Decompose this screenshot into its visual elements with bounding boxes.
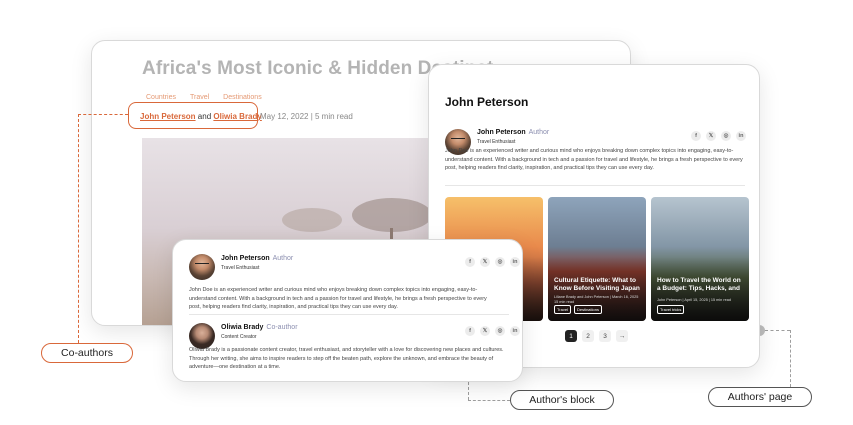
author-entry: Oliwia Brady Co-author Content Creator f … bbox=[189, 323, 520, 381]
facebook-icon[interactable]: f bbox=[691, 131, 701, 141]
divider bbox=[445, 185, 745, 186]
author-block-card: John Peterson Author Travel Enthusiast f … bbox=[172, 239, 523, 382]
post-tags: Travel Destinations bbox=[554, 305, 602, 314]
post-title: How to Travel the World on a Budget: Tip… bbox=[657, 277, 741, 292]
author-bio: John Doe is an experienced writer and cu… bbox=[445, 148, 743, 171]
tag-countries[interactable]: Countries bbox=[146, 94, 176, 101]
facebook-icon[interactable]: f bbox=[465, 326, 475, 336]
next-page-icon[interactable]: → bbox=[616, 330, 628, 342]
author-role: Co-author bbox=[266, 324, 298, 331]
author-block-connector bbox=[468, 382, 469, 400]
author-bio: John Doe is an experienced writer and cu… bbox=[189, 287, 487, 310]
tag-destinations[interactable]: Destinations bbox=[223, 94, 262, 101]
post-meta: Liliane Brady and John Peterson | March … bbox=[554, 295, 639, 299]
author-subtitle: Content Creator bbox=[221, 334, 257, 340]
post-card[interactable]: How to Travel the World on a Budget: Tip… bbox=[651, 197, 749, 321]
facebook-icon[interactable]: f bbox=[465, 257, 475, 267]
author-block-label: Author's block bbox=[510, 390, 614, 410]
coauthors-label: Co-authors bbox=[41, 343, 133, 363]
author-subtitle: Travel Enthusiast bbox=[221, 265, 260, 271]
post-title: Cultural Etiquette: What to Know Before … bbox=[554, 277, 640, 292]
pagination: 1 2 3 → bbox=[565, 330, 628, 342]
x-icon[interactable]: 𝕏 bbox=[480, 257, 490, 267]
authors-page-title: John Peterson bbox=[445, 95, 529, 109]
article-meta: May 12, 2022 | 5 min read bbox=[260, 112, 353, 121]
instagram-icon[interactable]: ◎ bbox=[495, 326, 505, 336]
post-tags: Travel tricks bbox=[657, 305, 685, 314]
instagram-icon[interactable]: ◎ bbox=[495, 257, 505, 267]
post-read-time: 15 min read bbox=[554, 300, 575, 304]
author-link-oliwia[interactable]: Oliwia Brady bbox=[213, 112, 261, 121]
authors-page-connector bbox=[790, 330, 791, 387]
post-meta: John Peterson | April 15, 2025 | 15 min … bbox=[657, 298, 731, 302]
author-subtitle: Travel Enthusiast bbox=[477, 139, 516, 145]
avatar bbox=[189, 254, 215, 280]
instagram-icon[interactable]: ◎ bbox=[721, 131, 731, 141]
article-tags: Countries Travel Destinations bbox=[146, 94, 262, 101]
author-role: Author bbox=[528, 129, 550, 136]
social-links: f 𝕏 ◎ in bbox=[691, 131, 746, 141]
linkedin-icon[interactable]: in bbox=[510, 257, 520, 267]
authors-page-label: Authors' page bbox=[708, 387, 812, 407]
post-card[interactable]: Cultural Etiquette: What to Know Before … bbox=[548, 197, 646, 321]
social-links: f 𝕏 ◎ in bbox=[465, 257, 520, 267]
author-link-john[interactable]: John Peterson bbox=[140, 112, 196, 121]
coauthors-connector bbox=[78, 114, 128, 115]
linkedin-icon[interactable]: in bbox=[736, 131, 746, 141]
author-entry: John Peterson Author Travel Enthusiast f … bbox=[189, 254, 520, 314]
page-3-button[interactable]: 3 bbox=[599, 330, 611, 342]
author-name: John Peterson Author bbox=[477, 129, 550, 136]
coauthors-connector bbox=[78, 114, 79, 343]
article-byline: John Peterson and Oliwia Brady bbox=[140, 112, 262, 121]
post-tag[interactable]: Travel tricks bbox=[657, 305, 685, 314]
author-name: Oliwia Brady Co-author bbox=[221, 324, 298, 331]
author-role: Author bbox=[272, 255, 294, 262]
post-tag[interactable]: Travel bbox=[554, 305, 571, 314]
linkedin-icon[interactable]: in bbox=[510, 326, 520, 336]
page-1-button[interactable]: 1 bbox=[565, 330, 577, 342]
authors-page-connector bbox=[765, 330, 790, 331]
post-tag[interactable]: Destinations bbox=[573, 305, 602, 314]
author-bio: Oliwia Brady is a passionate content cre… bbox=[189, 347, 504, 370]
divider bbox=[189, 314, 509, 315]
social-links: f 𝕏 ◎ in bbox=[465, 326, 520, 336]
x-icon[interactable]: 𝕏 bbox=[480, 326, 490, 336]
author-block-connector bbox=[468, 400, 510, 401]
author-name: John Peterson Author bbox=[221, 255, 294, 262]
x-icon[interactable]: 𝕏 bbox=[706, 131, 716, 141]
tag-travel[interactable]: Travel bbox=[190, 94, 209, 101]
page-2-button[interactable]: 2 bbox=[582, 330, 594, 342]
byline-and: and bbox=[195, 112, 214, 121]
